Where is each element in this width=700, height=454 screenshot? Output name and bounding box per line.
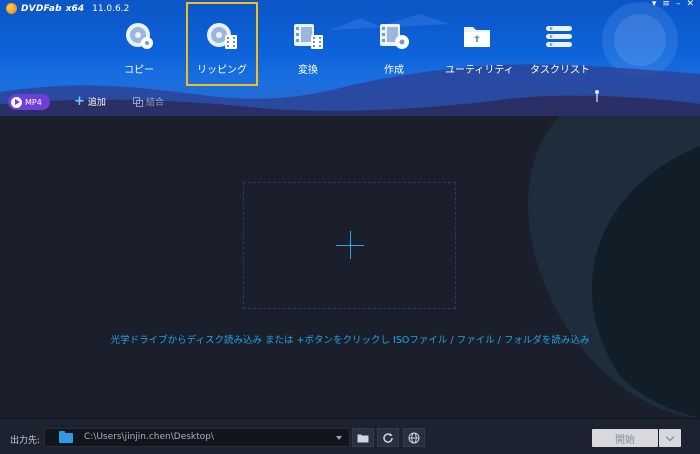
- browse-folder-button[interactable]: [352, 428, 374, 447]
- chevron-down-icon[interactable]: [336, 436, 342, 440]
- start-options-button[interactable]: [659, 429, 681, 447]
- converter-film-icon: [291, 21, 325, 51]
- window-controls: ▾ ≡ – ✕: [652, 0, 694, 9]
- source-area: 光学ドライブからディスク読み込み または +ボタンをクリックし ISOファイル …: [0, 116, 700, 418]
- tab-creator[interactable]: 作成: [362, 16, 426, 82]
- dvdfab-logo-icon: [6, 3, 17, 14]
- output-bar: 出力先: C:\Users\jinjin.chen\Desktop\ 開始: [0, 418, 700, 454]
- tab-ripper-label: リッピング: [197, 65, 247, 76]
- plus-icon: +: [74, 93, 85, 109]
- output-path-select[interactable]: C:\Users\jinjin.chen\Desktop\: [44, 428, 350, 447]
- tab-utility[interactable]: ユーティリティ: [445, 16, 514, 82]
- drop-hint-text: 光学ドライブからディスク読み込み または +ボタンをクリックし ISOファイル …: [110, 335, 590, 346]
- tab-task-list[interactable]: タスクリスト: [528, 16, 592, 82]
- start-button[interactable]: 開始: [592, 429, 658, 447]
- architecture-label: x64: [65, 3, 85, 14]
- output-path: C:\Users\jinjin.chen\Desktop\: [84, 432, 214, 442]
- tab-copy[interactable]: コピー: [107, 16, 171, 82]
- close-icon[interactable]: ✕: [686, 0, 694, 9]
- tab-ripper[interactable]: リッピング: [186, 2, 258, 86]
- app-logo: DVDFab x64 11.0.6.2: [6, 3, 129, 14]
- merge-icon: [133, 96, 143, 107]
- merge-label: 結合: [146, 98, 165, 108]
- output-format-button[interactable]: MP4: [8, 94, 50, 110]
- refresh-icon: [383, 432, 393, 443]
- play-icon: [11, 96, 22, 108]
- network-button[interactable]: [403, 428, 425, 447]
- folder-icon: [59, 431, 73, 443]
- tab-converter[interactable]: 変換: [276, 16, 340, 82]
- tab-converter-label: 変換: [298, 65, 318, 76]
- version-label: 11.0.6.2: [92, 3, 130, 14]
- pin-icon[interactable]: ▾: [652, 0, 657, 9]
- add-label: 追加: [87, 98, 106, 108]
- drop-zone[interactable]: [243, 182, 456, 309]
- brand-name: DVDFab: [21, 3, 62, 14]
- output-format-label: MP4: [25, 97, 42, 107]
- tab-copy-label: コピー: [124, 65, 154, 76]
- tab-utility-label: ユーティリティ: [445, 65, 514, 76]
- globe-icon: [408, 432, 420, 443]
- top-banner: DVDFab x64 11.0.6.2 ▾ ≡ – ✕ コピー リッピング 変換…: [0, 0, 700, 116]
- sub-toolbar: MP4 + 追加 結合: [0, 88, 700, 116]
- refresh-button[interactable]: [377, 428, 399, 447]
- tab-creator-label: 作成: [384, 65, 404, 76]
- copy-disc-icon: [122, 21, 156, 51]
- chevron-down-icon: [665, 432, 675, 441]
- merge-button[interactable]: 結合: [133, 95, 164, 108]
- open-folder-icon: [357, 434, 369, 442]
- creator-film-disc-icon: [377, 21, 411, 51]
- ripper-disc-icon: [205, 21, 239, 51]
- menu-icon[interactable]: ≡: [662, 0, 670, 9]
- add-button[interactable]: + 追加: [74, 93, 106, 109]
- task-list-icon: [543, 21, 577, 51]
- add-plus-icon-vertical: [350, 231, 351, 259]
- minimize-icon[interactable]: –: [676, 0, 681, 9]
- output-label: 出力先:: [10, 436, 41, 446]
- utility-folder-icon: [460, 21, 494, 51]
- tab-task-list-label: タスクリスト: [530, 65, 590, 76]
